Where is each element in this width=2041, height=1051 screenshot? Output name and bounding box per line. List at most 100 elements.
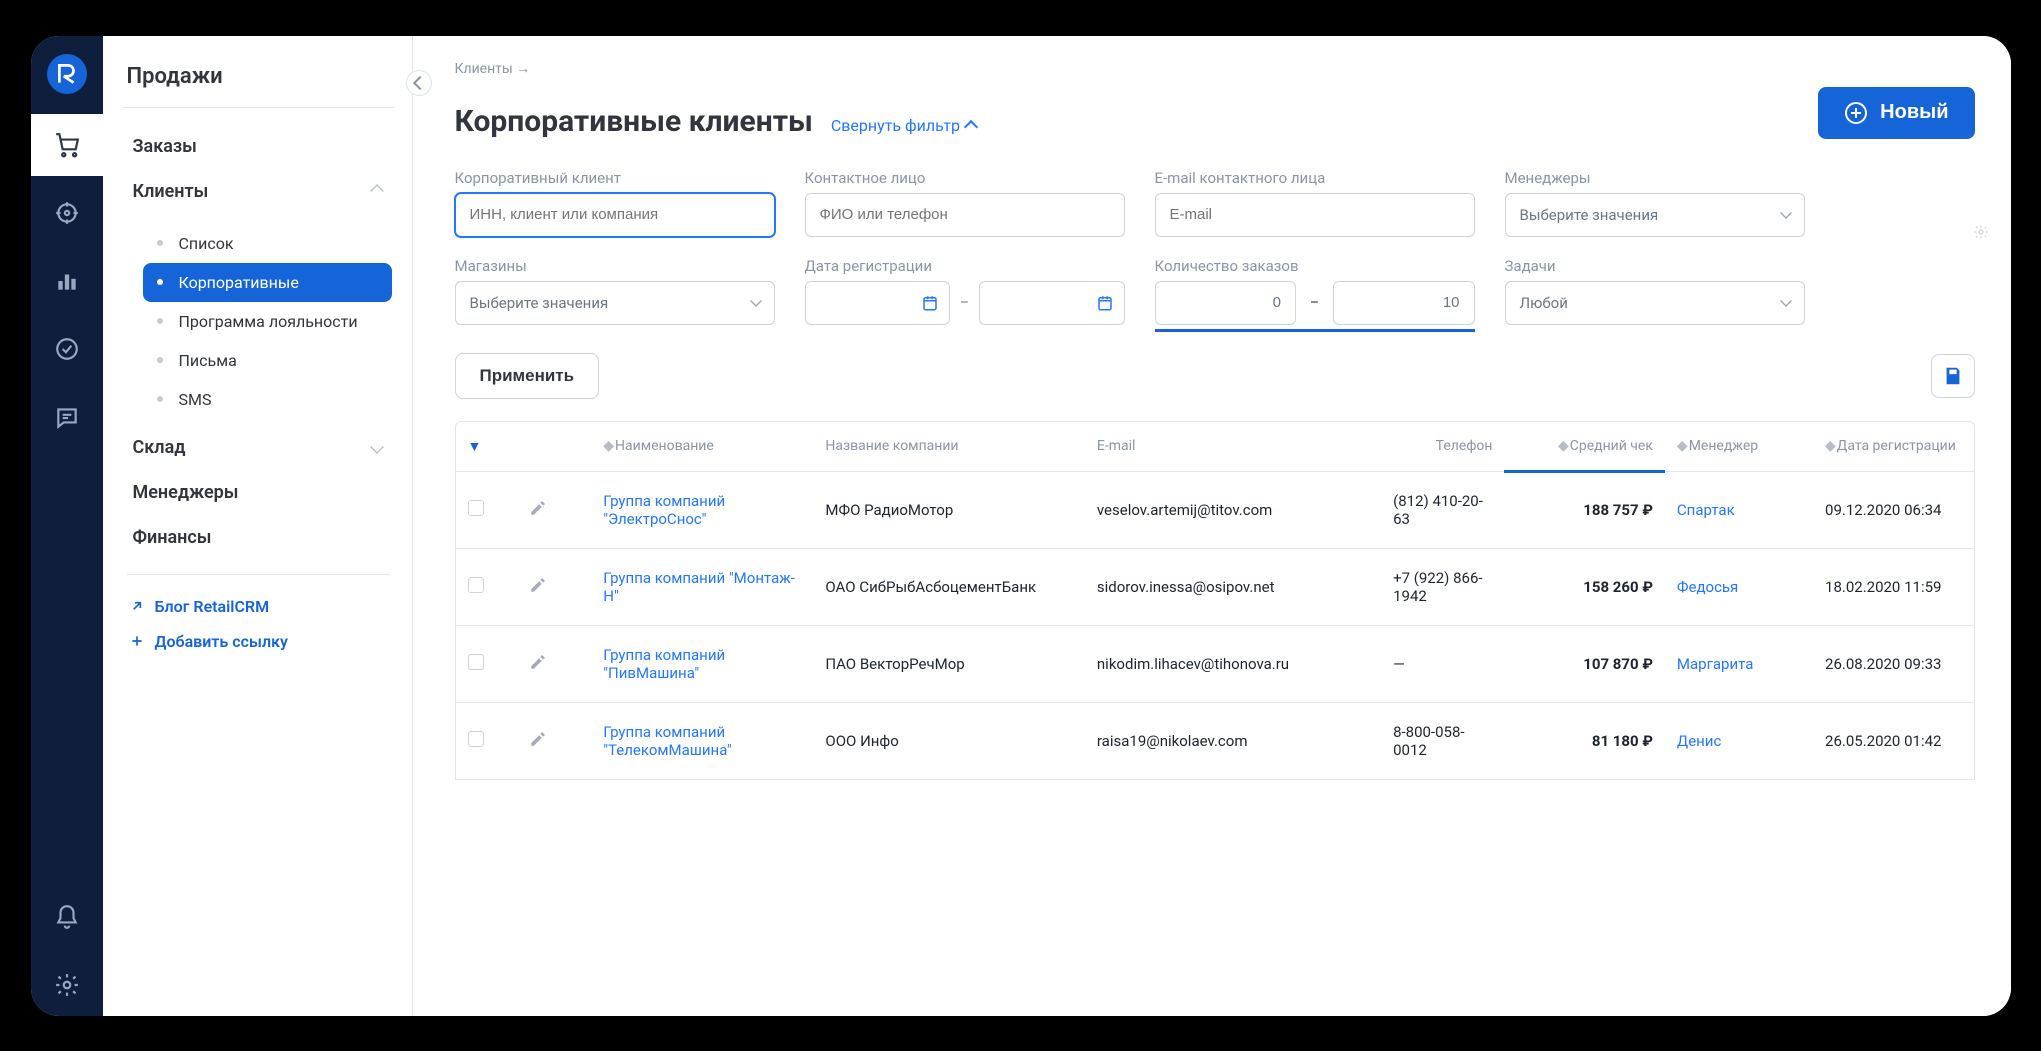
row-checkbox[interactable]	[468, 731, 484, 747]
filter-client-label: Корпоративный клиент	[455, 169, 775, 187]
filter-client-input[interactable]	[455, 193, 775, 237]
th-checkbox[interactable]: ▼	[456, 422, 518, 472]
phone-cell: +7 (922) 866-1942	[1381, 548, 1504, 625]
table-row: Группа компаний "ПивМашина" ПАО ВекторРе…	[456, 625, 1974, 702]
th-company: Название компании	[813, 422, 1085, 472]
edit-icon[interactable]	[529, 503, 547, 521]
client-link[interactable]: Группа компаний "ЭлектроСнос"	[603, 492, 725, 528]
page-title: Корпоративные клиенты	[455, 104, 813, 139]
company-cell: МФО РадиоМотор	[813, 471, 1085, 548]
rail-chart-icon[interactable]	[31, 250, 103, 312]
manager-link[interactable]: Маргарита	[1677, 655, 1753, 673]
edit-icon[interactable]	[529, 580, 547, 598]
rail-check-icon[interactable]	[31, 318, 103, 380]
client-link[interactable]: Группа компаний "Монтаж-Н"	[603, 569, 795, 605]
manager-link[interactable]: Спартак	[1677, 501, 1735, 519]
filter-email-label: E-mail контактного лица	[1155, 169, 1475, 187]
table-row: Группа компаний "ЭлектроСнос" МФО РадиоМ…	[456, 471, 1974, 548]
rail-gear-icon[interactable]	[31, 954, 103, 1016]
row-checkbox[interactable]	[468, 500, 484, 516]
main-content: Клиенты → Корпоративные клиенты Свернуть…	[413, 36, 2011, 1016]
rail-bell-icon[interactable]	[31, 886, 103, 948]
save-filter-button[interactable]	[1931, 354, 1975, 398]
filter-stores-select[interactable]: Выберите значения	[455, 281, 775, 325]
sub-list[interactable]: Список	[143, 224, 392, 263]
th-avg[interactable]: ◆Средний чек	[1504, 422, 1664, 472]
phone-cell: (812) 410-20-63	[1381, 471, 1504, 548]
chevron-up-icon	[370, 184, 384, 198]
table-row: Группа компаний "Монтаж-Н" ОАО СибРыбАсб…	[456, 548, 1974, 625]
nav-orders[interactable]: Заказы	[123, 124, 394, 169]
sidebar-collapse-button[interactable]	[406, 70, 432, 96]
apply-button[interactable]: Применить	[455, 353, 600, 399]
phone-cell: 8-800-058-0012	[1381, 702, 1504, 779]
sub-loyalty[interactable]: Программа лояльности	[143, 302, 392, 341]
th-edit	[517, 422, 591, 472]
nav-clients[interactable]: Клиенты	[123, 169, 394, 214]
filter-regdate-from[interactable]	[805, 281, 950, 325]
edit-icon[interactable]	[529, 657, 547, 675]
regdate-cell: 09.12.2020 06:34	[1813, 471, 1973, 548]
save-icon	[1942, 365, 1964, 387]
filter-tasks-select[interactable]: Любой	[1505, 281, 1805, 325]
phone-cell: —	[1381, 625, 1504, 702]
new-button[interactable]: Новый	[1818, 87, 1974, 139]
add-link[interactable]: Добавить ссылку	[123, 624, 394, 659]
app-logo[interactable]	[47, 54, 87, 94]
filter-managers-select[interactable]: Выберите значения	[1505, 193, 1805, 237]
avg-cell: 81 180 ₽	[1504, 702, 1664, 779]
th-manager[interactable]: ◆Менеджер	[1665, 422, 1813, 472]
row-checkbox[interactable]	[468, 577, 484, 593]
avg-cell: 158 260 ₽	[1504, 548, 1664, 625]
sub-corporate[interactable]: Корпоративные	[143, 263, 392, 302]
company-cell: ПАО ВекторРечМор	[813, 625, 1085, 702]
filter-ordercount-label: Количество заказов	[1155, 257, 1475, 275]
filter-contact-input[interactable]	[805, 193, 1125, 237]
filter-ordercount-from[interactable]	[1155, 281, 1296, 325]
row-checkbox[interactable]	[468, 654, 484, 670]
email-cell: nikodim.lihacev@tihonova.ru	[1085, 625, 1381, 702]
chevron-down-icon	[370, 440, 384, 454]
filter-settings-gear-icon[interactable]	[1973, 224, 1989, 244]
nav-stock[interactable]: Склад	[123, 425, 394, 470]
clients-table: ▼ ◆Наименование Название компании E-mail…	[455, 421, 1975, 780]
regdate-cell: 18.02.2020 11:59	[1813, 548, 1973, 625]
sidebar-title: Продажи	[123, 58, 394, 108]
filter-email-input[interactable]	[1155, 193, 1475, 237]
client-link[interactable]: Группа компаний "ТелекомМашина"	[603, 723, 731, 759]
divider	[127, 574, 390, 575]
rail-chat-icon[interactable]	[31, 386, 103, 448]
nav-managers[interactable]: Менеджеры	[123, 470, 394, 515]
plus-icon	[129, 633, 145, 649]
table-row: Группа компаний "ТелекомМашина" ООО Инфо…	[456, 702, 1974, 779]
filter-managers-label: Менеджеры	[1505, 169, 1805, 187]
th-regdate[interactable]: ◆Дата регистрации	[1813, 422, 1973, 472]
sub-sms[interactable]: SMS	[143, 380, 392, 419]
nav-finance[interactable]: Финансы	[123, 515, 394, 560]
th-name[interactable]: ◆Наименование	[591, 422, 813, 472]
rail-target-icon[interactable]	[31, 182, 103, 244]
manager-link[interactable]: Денис	[1677, 732, 1721, 750]
avg-cell: 107 870 ₽	[1504, 625, 1664, 702]
company-cell: ООО Инфо	[813, 702, 1085, 779]
blog-link[interactable]: Блог RetailCRM	[123, 589, 394, 624]
email-cell: raisa19@nikolaev.com	[1085, 702, 1381, 779]
filter-regdate-to[interactable]	[979, 281, 1124, 325]
manager-link[interactable]: Федосья	[1677, 578, 1738, 596]
collapse-filter-link[interactable]: Свернуть фильтр	[831, 116, 976, 135]
filter-regdate-label: Дата регистрации	[805, 257, 1125, 275]
regdate-cell: 26.08.2020 09:33	[1813, 625, 1973, 702]
external-link-icon	[129, 598, 145, 614]
client-link[interactable]: Группа компаний "ПивМашина"	[603, 646, 725, 682]
breadcrumb[interactable]: Клиенты →	[455, 60, 1975, 77]
th-email: E-mail	[1085, 422, 1381, 472]
th-phone: Телефон	[1381, 422, 1504, 472]
edit-icon[interactable]	[529, 734, 547, 752]
calendar-icon	[921, 294, 939, 312]
avg-cell: 188 757 ₽	[1504, 471, 1664, 548]
filter-contact-label: Контактное лицо	[805, 169, 1125, 187]
sub-letters[interactable]: Письма	[143, 341, 392, 380]
calendar-icon	[1096, 294, 1114, 312]
rail-cart-icon[interactable]	[31, 114, 103, 176]
filter-ordercount-to[interactable]	[1333, 281, 1474, 325]
